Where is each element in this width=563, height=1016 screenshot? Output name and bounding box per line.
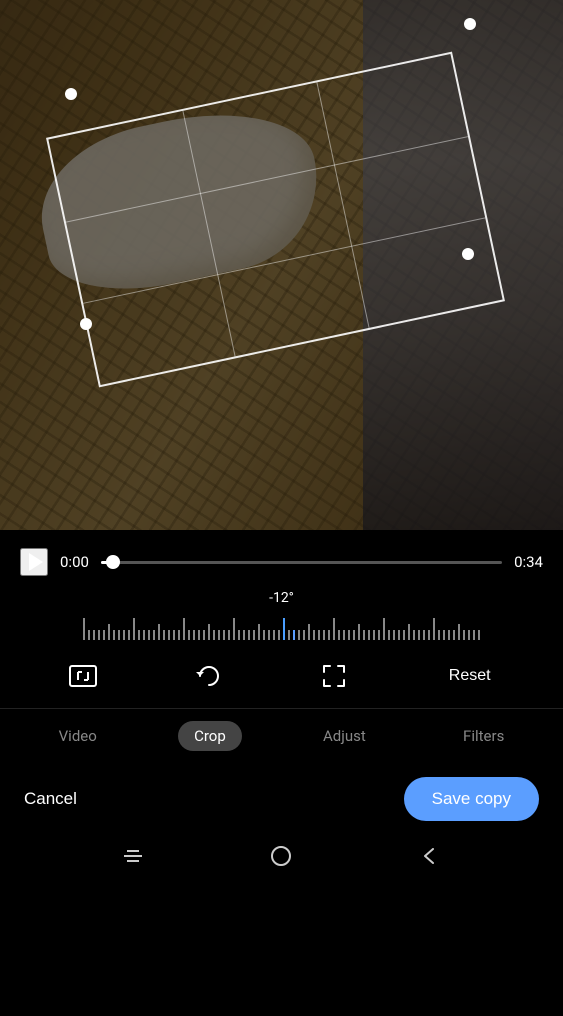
home-icon [270, 845, 292, 867]
save-copy-button[interactable]: Save copy [404, 777, 539, 821]
current-time: 0:00 [60, 553, 89, 571]
rotation-control[interactable]: -12° [0, 584, 563, 644]
tick-ruler[interactable] [0, 612, 563, 640]
back-button[interactable] [421, 845, 439, 867]
handle-bottom-left[interactable] [80, 318, 92, 330]
back-icon [421, 845, 439, 867]
video-controls: 0:00 0:34 [0, 530, 563, 584]
recent-apps-button[interactable] [124, 850, 142, 862]
aspect-ratio-button[interactable] [62, 658, 104, 694]
image-crop-area[interactable] [0, 0, 563, 530]
system-nav-bar [0, 835, 563, 883]
time-row: 0:00 0:34 [20, 548, 543, 576]
handle-bottom-right[interactable] [462, 248, 474, 260]
crop-overlay [0, 0, 563, 530]
scrubber-thumb[interactable] [106, 555, 120, 569]
reset-button[interactable]: Reset [439, 661, 501, 691]
recent-apps-icon [124, 850, 142, 862]
cancel-button[interactable]: Cancel [24, 789, 77, 809]
tab-video[interactable]: Video [43, 721, 113, 751]
handle-top-right[interactable] [464, 18, 476, 30]
tab-crop[interactable]: Crop [178, 721, 242, 751]
play-button[interactable] [20, 548, 48, 576]
tab-filters[interactable]: Filters [447, 721, 520, 751]
tab-bar: Video Crop Adjust Filters [0, 709, 563, 763]
total-time: 0:34 [514, 553, 543, 571]
scrubber-track[interactable] [101, 561, 502, 564]
play-icon [29, 553, 43, 571]
rotation-value: -12° [0, 590, 563, 606]
tool-row: Reset [0, 644, 563, 709]
expand-button[interactable] [314, 656, 354, 696]
bottom-action-bar: Cancel Save copy [0, 763, 563, 835]
home-button[interactable] [270, 845, 292, 867]
rotate-button[interactable] [189, 656, 229, 696]
tab-adjust[interactable]: Adjust [307, 721, 382, 751]
handle-top-left[interactable] [65, 88, 77, 100]
